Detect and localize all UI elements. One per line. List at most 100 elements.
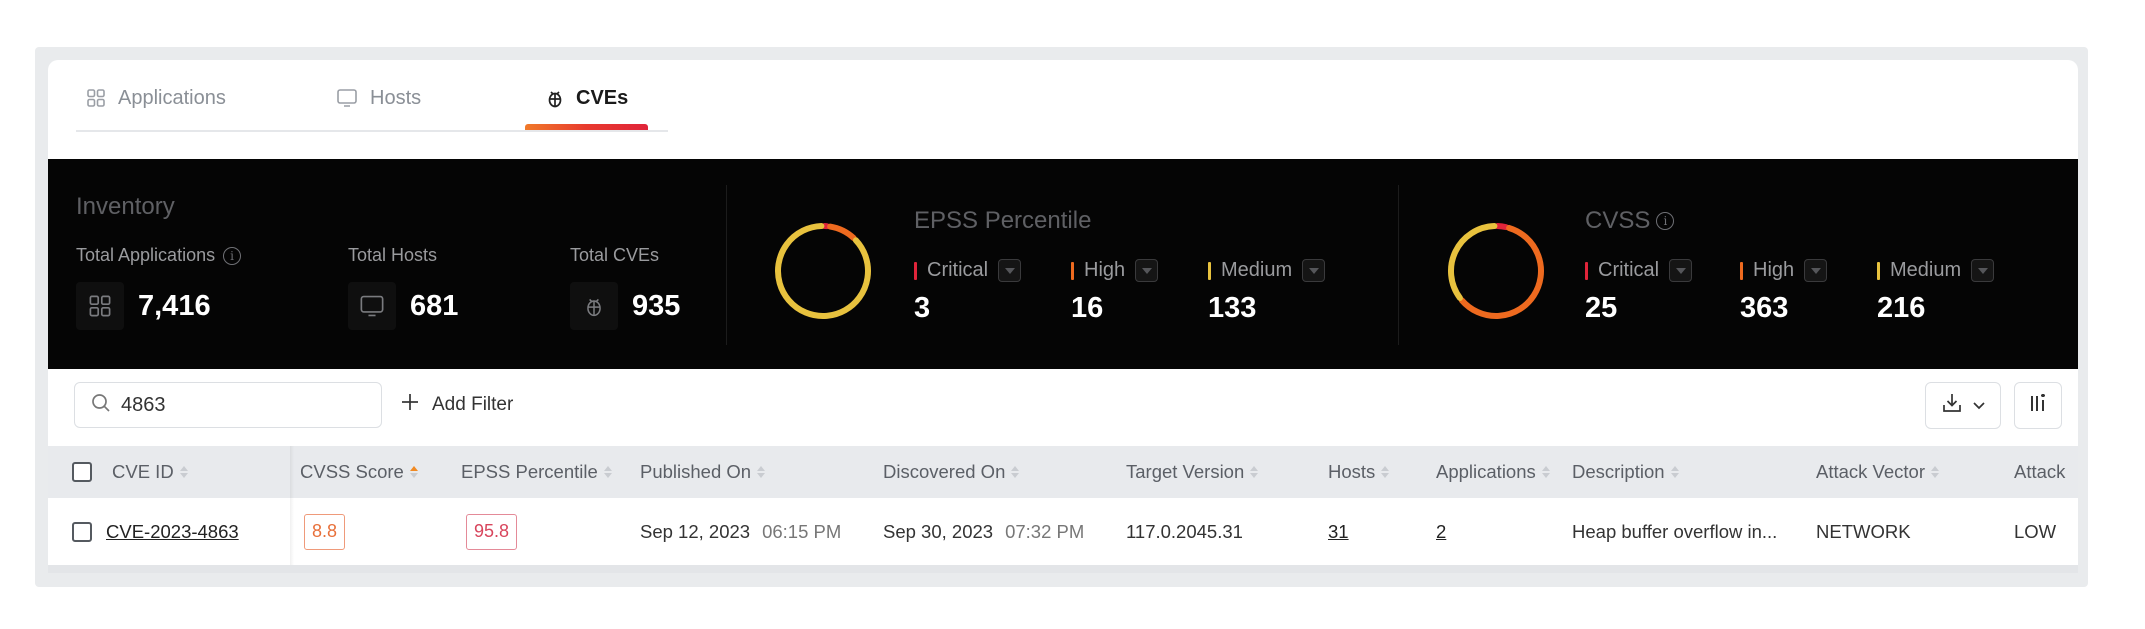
medium-color-bar (1208, 261, 1211, 280)
medium-color-bar (1877, 261, 1880, 280)
total-cves-value: 935 (632, 289, 681, 322)
cell-discovered-on: Sep 30, 2023 07:32 PM (883, 520, 1085, 542)
cve-inventory-panel: Applications Hosts CVEs Inventory Total … (48, 60, 2078, 573)
column-settings-button[interactable] (2014, 382, 2062, 429)
filter-icon[interactable] (1302, 259, 1326, 282)
table-bottom-edge (48, 565, 2078, 573)
epss-critical: Critical 3 (914, 259, 1022, 325)
epss-medium: Medium 133 (1208, 259, 1326, 325)
column-header-published-on[interactable]: Published On (640, 446, 766, 498)
cvss-high: High 363 (1740, 259, 1828, 325)
column-header-description[interactable]: Description (1572, 446, 1679, 498)
cvss-medium: Medium 216 (1877, 259, 1995, 325)
hosts-count-link[interactable]: 31 (1328, 521, 1349, 543)
cvss-donut-chart (1448, 223, 1544, 319)
section-divider (726, 185, 727, 345)
search-input[interactable] (121, 393, 361, 417)
column-header-discovered-on[interactable]: Discovered On (883, 446, 1020, 498)
tab-applications[interactable]: Applications (86, 78, 226, 118)
high-color-bar (1071, 261, 1074, 280)
sort-ascending-icon[interactable] (409, 466, 418, 478)
column-header-applications[interactable]: Applications (1436, 446, 1550, 498)
column-header-attack-vector[interactable]: Attack Vector (1816, 446, 1939, 498)
cvss-high-segment (1458, 224, 1544, 319)
cell-target-version: 117.0.2045.31 (1126, 520, 1243, 542)
monitor-icon (336, 88, 358, 108)
column-header-cvss-score[interactable]: CVSS Score (300, 446, 418, 498)
cell-attack-complexity: LOW (2014, 520, 2057, 542)
sort-icon[interactable] (1670, 466, 1679, 478)
download-button[interactable] (1925, 382, 2001, 429)
cell-description: Heap buffer overflow in... (1572, 520, 1778, 542)
column-header-attack-complexity[interactable]: Attack (2014, 446, 2065, 498)
sort-icon[interactable] (757, 466, 766, 478)
cvss-score-badge: 8.8 (304, 513, 346, 550)
info-icon[interactable]: i (223, 246, 242, 265)
cell-attack-vector: NETWORK (1816, 520, 1911, 542)
epss-medium-value: 133 (1208, 292, 1257, 324)
stats-band: Inventory Total Applications i 7,416 Tot… (48, 159, 2078, 369)
filter-icon[interactable] (1669, 259, 1693, 282)
sort-icon[interactable] (1541, 466, 1550, 478)
info-icon[interactable]: i (1656, 212, 1675, 230)
search-icon (91, 393, 111, 418)
table-row[interactable]: CVE-2023-4863 8.8 95.8 Sep 12, 2023 06:1… (48, 498, 2078, 565)
cvss-medium-segment (1448, 223, 1498, 301)
epss-critical-value: 3 (914, 292, 931, 324)
filter-icon[interactable] (1135, 259, 1159, 282)
section-divider (1398, 185, 1399, 345)
cell-epss-percentile: 95.8 (466, 498, 518, 565)
column-header-epss-percentile[interactable]: EPSS Percentile (461, 446, 612, 498)
sort-icon[interactable] (1381, 466, 1390, 478)
card-label: Total Applications (76, 245, 216, 265)
total-cves-card: Total CVEs 935 (570, 245, 680, 330)
cvss-critical-segment (1494, 223, 1510, 231)
cell-published-on: Sep 12, 2023 06:15 PM (640, 520, 842, 542)
column-header-hosts[interactable]: Hosts (1328, 446, 1390, 498)
total-applications-value: 7,416 (138, 289, 211, 322)
cell-applications: 2 (1436, 498, 1446, 565)
tab-hosts[interactable]: Hosts (336, 78, 421, 118)
tab-label: CVEs (576, 86, 629, 109)
sticky-column-shadow (290, 446, 294, 565)
total-applications-card: Total Applications i 7,416 (76, 245, 242, 330)
epss-high-segment (827, 223, 857, 242)
column-header-target-version[interactable]: Target Version (1126, 446, 1259, 498)
sort-icon[interactable] (179, 466, 188, 478)
column-header-cve-id[interactable]: CVE ID (72, 446, 188, 498)
cvss-critical: Critical 25 (1585, 259, 1693, 325)
critical-color-bar (914, 261, 917, 280)
applications-count-link[interactable]: 2 (1436, 521, 1446, 543)
tab-cves[interactable]: CVEs (546, 78, 628, 118)
grid-icon (76, 282, 124, 330)
sort-icon[interactable] (1011, 466, 1020, 478)
search-box[interactable] (74, 382, 382, 428)
total-hosts-card: Total Hosts 681 (348, 245, 458, 330)
sort-icon[interactable] (1931, 466, 1939, 478)
table-header: CVE ID CVSS Score EPSS Percentile Publis… (48, 446, 2078, 498)
epss-title: EPSS Percentile (914, 207, 1092, 234)
epss-donut-chart (775, 223, 871, 319)
plus-icon (400, 392, 420, 418)
columns-settings-icon (2027, 392, 2049, 419)
cell-cve-id: CVE-2023-4863 (72, 498, 239, 565)
sort-icon[interactable] (1250, 466, 1259, 478)
sort-icon[interactable] (603, 466, 612, 478)
row-checkbox[interactable] (72, 521, 92, 542)
epss-percentile-badge: 95.8 (466, 513, 518, 550)
add-filter-button[interactable]: Add Filter (400, 385, 513, 425)
filter-icon[interactable] (1804, 259, 1828, 282)
filter-icon[interactable] (998, 259, 1022, 282)
cve-id-link[interactable]: CVE-2023-4863 (106, 521, 239, 543)
cvss-critical-value: 25 (1585, 292, 1618, 324)
active-tab-indicator (525, 124, 648, 130)
bug-icon (570, 282, 618, 330)
filter-icon[interactable] (1971, 259, 1995, 282)
cell-cvss-score: 8.8 (304, 498, 346, 565)
select-all-checkbox[interactable] (72, 462, 92, 482)
tab-label: Hosts (370, 86, 422, 109)
tab-label: Applications (118, 86, 226, 109)
epss-medium-segment (775, 223, 871, 319)
cvss-title: CVSS i (1585, 207, 1675, 235)
grid-icon (86, 88, 106, 108)
